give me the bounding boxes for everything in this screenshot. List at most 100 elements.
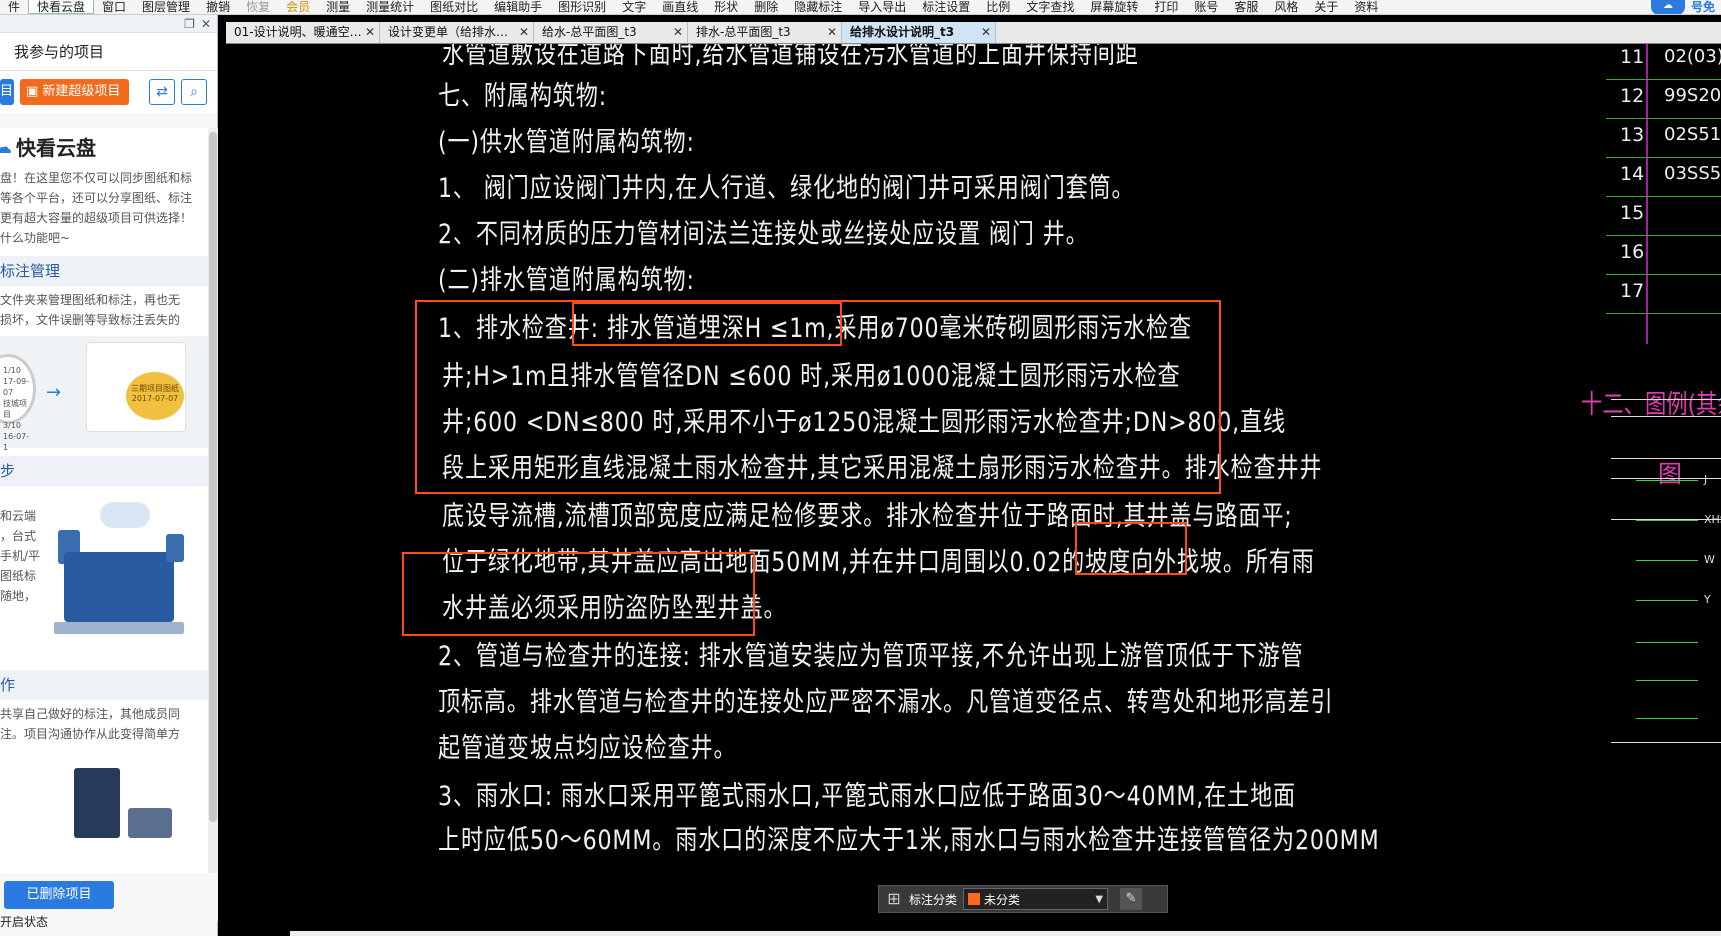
- toolbar-menu-item[interactable]: 画直线: [654, 0, 706, 14]
- deleted-projects-button[interactable]: 已删除项目: [4, 881, 114, 909]
- scrollbar-thumb[interactable]: [209, 132, 217, 822]
- toolbar-menu-item[interactable]: 编辑助手: [486, 0, 550, 14]
- legend-code: W: [1704, 553, 1715, 566]
- cloud-icon: [100, 502, 150, 528]
- toolbar-menu-item[interactable]: 屏幕旋转: [1082, 0, 1146, 14]
- promo-title: 快看云盘: [16, 136, 96, 160]
- promo-text: 和云端 ，台式 手机/平 图纸标 随地，: [0, 506, 46, 606]
- drawing-text-line: (一)供水管道附属构筑物:: [438, 127, 695, 158]
- annotation-box[interactable]: [1075, 522, 1187, 575]
- toolbar-menu-item[interactable]: 会员: [278, 0, 318, 14]
- promo-scroll-area[interactable]: ☁ 快看云盘 盘！在这里您不仅可以同步图纸和标 等各个平台，还可以分享图纸、标注…: [0, 128, 208, 873]
- legend-pipe-line: [1636, 642, 1698, 643]
- project-button[interactable]: 目: [0, 79, 14, 105]
- toolbar-menu-item[interactable]: 图纸对比: [422, 0, 486, 14]
- drawing-text-line: 顶标高。排水管道与检查井的连接处应严密不漏水。凡管道变径点、转弯处和地形高差引: [438, 687, 1334, 718]
- toolbar-menu-item[interactable]: 测量统计: [358, 0, 422, 14]
- tab-4[interactable]: 排水-总平面图_t3 ✕: [688, 22, 842, 43]
- promo-line: 等各个平台，还可以分享图纸、标注: [0, 191, 193, 205]
- toolbar-menu-item[interactable]: 图层管理: [134, 0, 198, 14]
- toolbar-menu-item[interactable]: 快看云盘: [28, 0, 95, 14]
- toolbar-menu-item[interactable]: 测量: [318, 0, 358, 14]
- arrow-right-icon: →: [46, 382, 62, 403]
- restore-icon[interactable]: ❐: [184, 17, 195, 31]
- legend-pipe-line: [1636, 560, 1698, 561]
- toolbar-menu-item[interactable]: 导入导出: [850, 0, 914, 14]
- toolbar-menu-item[interactable]: 比例: [978, 0, 1018, 14]
- close-icon[interactable]: ✕: [365, 22, 375, 43]
- sync-icon[interactable]: ⇄: [149, 79, 175, 105]
- toolbar-menu-item[interactable]: 标注设置: [914, 0, 978, 14]
- legend-pipe-line: [1636, 480, 1698, 481]
- new-super-project-label: 新建超级项目: [42, 84, 121, 99]
- toolbar-menu-item[interactable]: 资料: [1346, 0, 1386, 14]
- drawing-text-line: 3、雨水口: 雨水口采用平篦式雨水口,平篦式雨水口应低于路面30～40MM,在土…: [438, 781, 1296, 812]
- sidebar-footer: 已删除项目 开启状态: [0, 873, 218, 929]
- tab-label: 给水-总平面图_t3: [542, 25, 637, 39]
- toolbar-menu-item[interactable]: 撤销: [198, 0, 238, 14]
- sidebar-actions: 目 ▣ 新建超级项目 ⇄ ⌕: [0, 71, 217, 113]
- legend-pipe-line: [1636, 600, 1698, 601]
- tab-label: 设计变更单（给排水…: [388, 25, 509, 39]
- cloud-icon: ☁: [1650, 0, 1685, 14]
- standard-code: 03SS505: [1664, 163, 1721, 184]
- standards-table: 11 02(03)S 12 99S203 13 02S515 14 03SS505 15 16 17: [1606, 44, 1721, 344]
- close-icon[interactable]: ✕: [519, 22, 529, 43]
- illus-line: 技城项目: [3, 399, 27, 419]
- illus-line: 1/10: [3, 366, 21, 375]
- toolbar-menu-item[interactable]: 文字: [614, 0, 654, 14]
- toolbar-menu-item[interactable]: 删除: [746, 0, 786, 14]
- edit-icon[interactable]: ✎: [1120, 888, 1143, 910]
- category-select[interactable]: 未分类 ▼: [963, 888, 1109, 910]
- server-icon: [74, 768, 120, 838]
- illus-line: 16-07-1: [3, 432, 30, 452]
- toolbar-menu-item[interactable]: 窗口: [94, 0, 134, 14]
- horizontal-scrollbar[interactable]: [290, 931, 1721, 936]
- grid-icon[interactable]: ⊞: [885, 890, 903, 908]
- toolbar-menu-item[interactable]: 风格: [1266, 0, 1306, 14]
- tab-1[interactable]: 01-设计说明、暖通空… ✕: [226, 22, 380, 43]
- status-label: 开启状态: [0, 915, 49, 929]
- toolbar-menu-item[interactable]: 形状: [706, 0, 746, 14]
- close-icon[interactable]: ✕: [201, 17, 211, 31]
- drawing-text-line: 1、 阀门应设阀门井内,在人行道、绿化地的阀门井可采用阀门套筒。: [438, 173, 1135, 204]
- annotation-box[interactable]: [572, 302, 842, 346]
- toolbar-menu-item[interactable]: 关于: [1306, 0, 1346, 14]
- toolbar-menu-item[interactable]: 账号: [1186, 0, 1226, 14]
- annotation-box[interactable]: [402, 552, 755, 636]
- workstation-icon: [128, 808, 172, 838]
- drawing-canvas[interactable]: 水管道敷设在道路下面时,给水管道铺设在污水管道的上面并保持间距 七、附属构筑物: (…: [226, 44, 1721, 936]
- promo-line: 损坏，文件误删等导致标注丢失的: [0, 313, 181, 327]
- tab-2[interactable]: 设计变更单（给排水… ✕: [380, 22, 534, 43]
- tab-3[interactable]: 给水-总平面图_t3 ✕: [534, 22, 688, 43]
- toolbar-menu-item[interactable]: 件: [0, 0, 28, 14]
- search-icon[interactable]: ⌕: [181, 79, 207, 105]
- toolbar-menu-item[interactable]: 客服: [1226, 0, 1266, 14]
- cloud-account-button[interactable]: ☁ 号免: [1650, 0, 1721, 14]
- row-number: 12: [1620, 85, 1645, 107]
- promo-line: 共享自己做好的标注，其他成员同: [0, 707, 181, 721]
- drawing-text-line: (二)排水管道附属构筑物:: [438, 265, 695, 296]
- legend-rule: [1611, 458, 1721, 459]
- category-label: 标注分类: [909, 892, 958, 907]
- promo-text: 盘！在这里您不仅可以同步图纸和标 等各个平台，还可以分享图纸、标注 更有超大容量…: [0, 168, 208, 248]
- toolbar-menu-item[interactable]: 打印: [1146, 0, 1186, 14]
- toolbar-menu-item[interactable]: 恢复: [238, 0, 278, 14]
- promo-line: ，台式: [0, 529, 37, 543]
- sidebar-scrollbar[interactable]: [208, 128, 218, 873]
- toolbar-menu-item[interactable]: 图形识别: [550, 0, 614, 14]
- close-icon[interactable]: ✕: [981, 22, 991, 43]
- close-icon[interactable]: ✕: [827, 22, 837, 43]
- tab-5[interactable]: 给排水设计说明_t3 ✕: [842, 22, 996, 43]
- legend-code: Y: [1704, 593, 1711, 606]
- legend-code: XHS: [1704, 513, 1721, 526]
- promo-line: 注。项目沟通协作从此变得简单方: [0, 727, 181, 741]
- promo-line: 文件夹来管理图纸和标注，再也无: [0, 293, 181, 307]
- toolbar-menu-item[interactable]: 隐藏标注: [786, 0, 850, 14]
- annotation-management-illustration: 1/10 17-09-07 技城项目 3/10 16-07-1 → 三期项目图纸…: [0, 336, 208, 452]
- promo-line: 图纸标: [0, 569, 37, 583]
- toolbar-menu-item[interactable]: 文字查找: [1018, 0, 1082, 14]
- close-icon[interactable]: ✕: [673, 22, 683, 43]
- new-super-project-button[interactable]: ▣ 新建超级项目: [20, 79, 129, 105]
- row-number: 11: [1620, 46, 1645, 68]
